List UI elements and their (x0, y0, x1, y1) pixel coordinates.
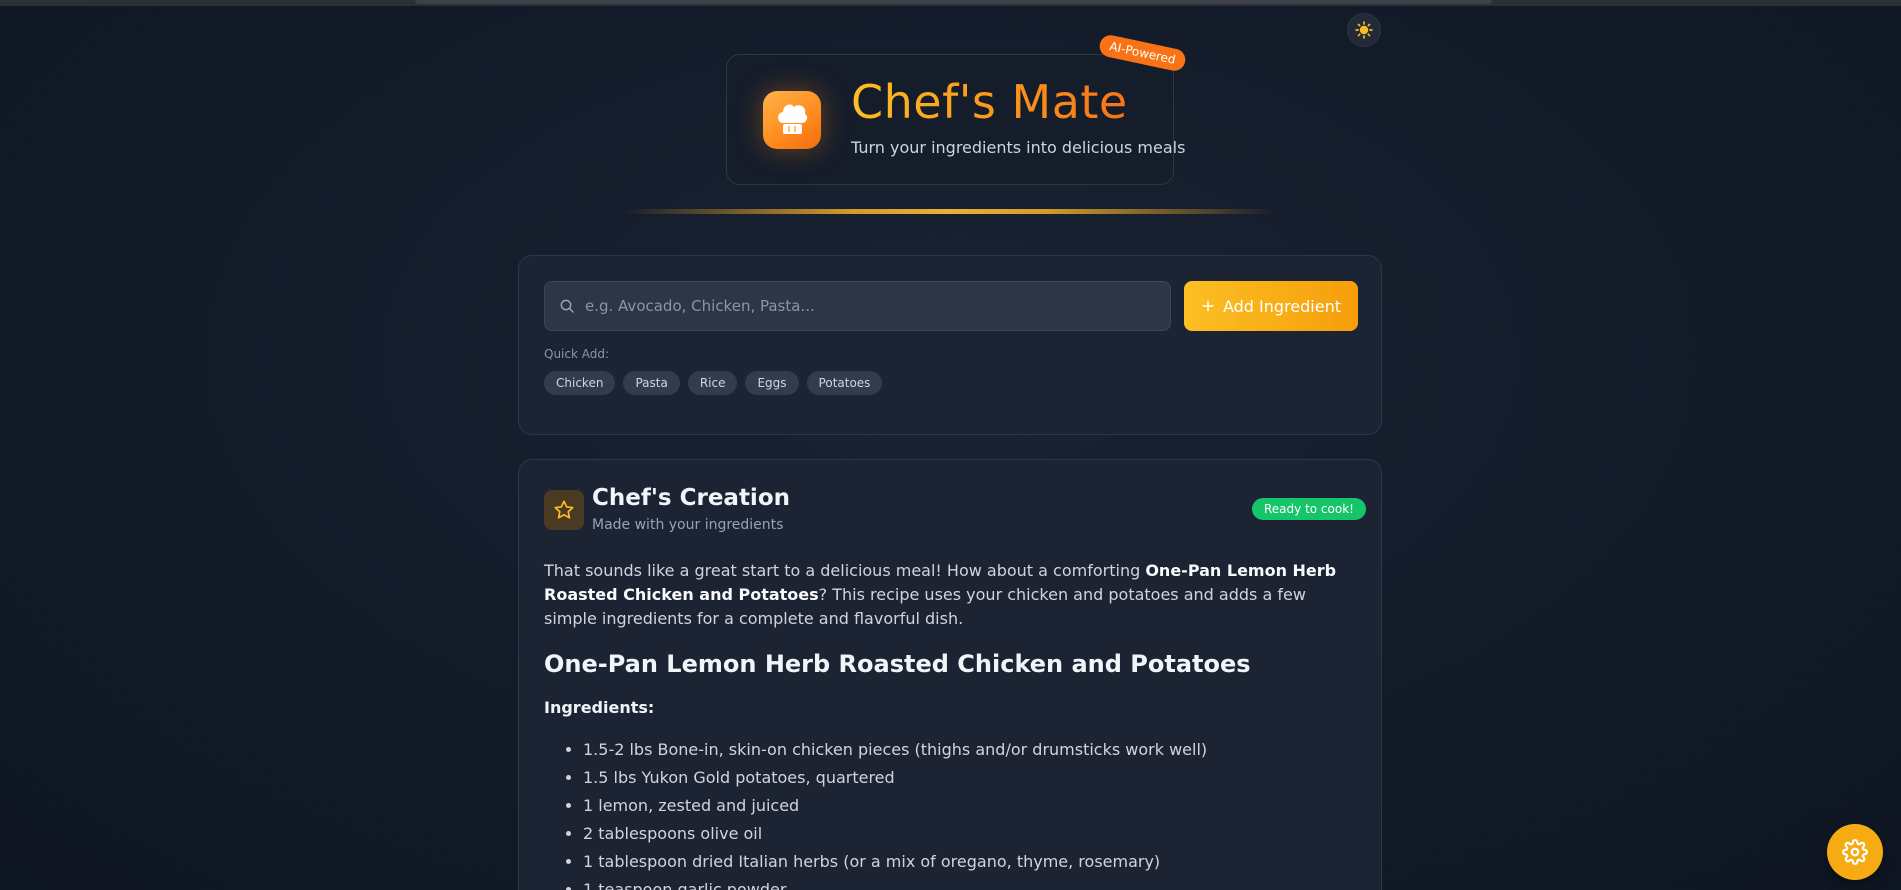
sun-icon (1355, 21, 1373, 39)
quick-add-chip-chicken[interactable]: Chicken (544, 371, 616, 395)
quick-add-chip-rice[interactable]: Rice (687, 371, 738, 395)
ingredient-item: 1 teaspoon garlic powder (583, 876, 1207, 890)
recipe-intro: That sounds like a great start to a deli… (544, 559, 1354, 631)
ingredient-item: 2 tablespoons olive oil (583, 820, 1207, 848)
settings-button[interactable] (1827, 824, 1883, 880)
theme-toggle-button[interactable] (1347, 13, 1381, 47)
app-title: Chef's Mate (851, 75, 1128, 129)
browser-top-bar (0, 0, 1901, 6)
recipe-card-subtitle: Made with your ingredients (592, 517, 784, 533)
ingredients-list: 1.5-2 lbs Bone-in, skin-on chicken piece… (583, 736, 1207, 890)
chef-hat-icon (778, 104, 808, 134)
quick-add-chip-potatoes[interactable]: Potatoes (806, 371, 883, 395)
app-subtitle: Turn your ingredients into delicious mea… (851, 138, 1186, 157)
status-badge: Ready to cook! (1252, 498, 1366, 520)
header-card: Chef's Mate Turn your ingredients into d… (726, 54, 1185, 185)
add-ingredient-label: Add Ingredient (1222, 296, 1341, 316)
header-divider (625, 209, 1275, 214)
ingredient-item: 1 lemon, zested and juiced (583, 792, 1207, 820)
logo (763, 91, 821, 149)
plus-icon (1202, 300, 1214, 312)
quick-add-label: Quick Add: (544, 347, 610, 361)
ingredients-heading: Ingredients: (544, 698, 655, 717)
ingredient-input-card: Add Ingredient Quick Add: Chicken Pasta … (518, 255, 1382, 435)
recipe-card: Chef's Creation Made with your ingredien… (518, 459, 1382, 890)
search-box[interactable] (544, 281, 1171, 331)
quick-add-chip-pasta[interactable]: Pasta (623, 371, 680, 395)
ingredient-item: 1 tablespoon dried Italian herbs (or a m… (583, 848, 1207, 876)
add-ingredient-button[interactable]: Add Ingredient (1184, 281, 1358, 331)
gear-icon (1842, 839, 1868, 865)
recipe-card-title: Chef's Creation (592, 485, 790, 511)
star-icon (554, 500, 574, 519)
browser-top-bar-inner (415, 0, 1492, 4)
quick-add-chips: Chicken Pasta Rice Eggs Potatoes (544, 371, 883, 395)
recipe-intro-start: That sounds like a great start to a deli… (544, 561, 1146, 580)
ingredient-item: 1.5-2 lbs Bone-in, skin-on chicken piece… (583, 736, 1207, 764)
dish-title: One-Pan Lemon Herb Roasted Chicken and P… (544, 650, 1251, 678)
quick-add-chip-eggs[interactable]: Eggs (745, 371, 799, 395)
search-icon (560, 299, 574, 313)
ingredient-item: 1.5 lbs Yukon Gold potatoes, quartered (583, 764, 1207, 792)
ingredient-input[interactable] (585, 297, 1155, 315)
recipe-icon-box (544, 490, 584, 530)
